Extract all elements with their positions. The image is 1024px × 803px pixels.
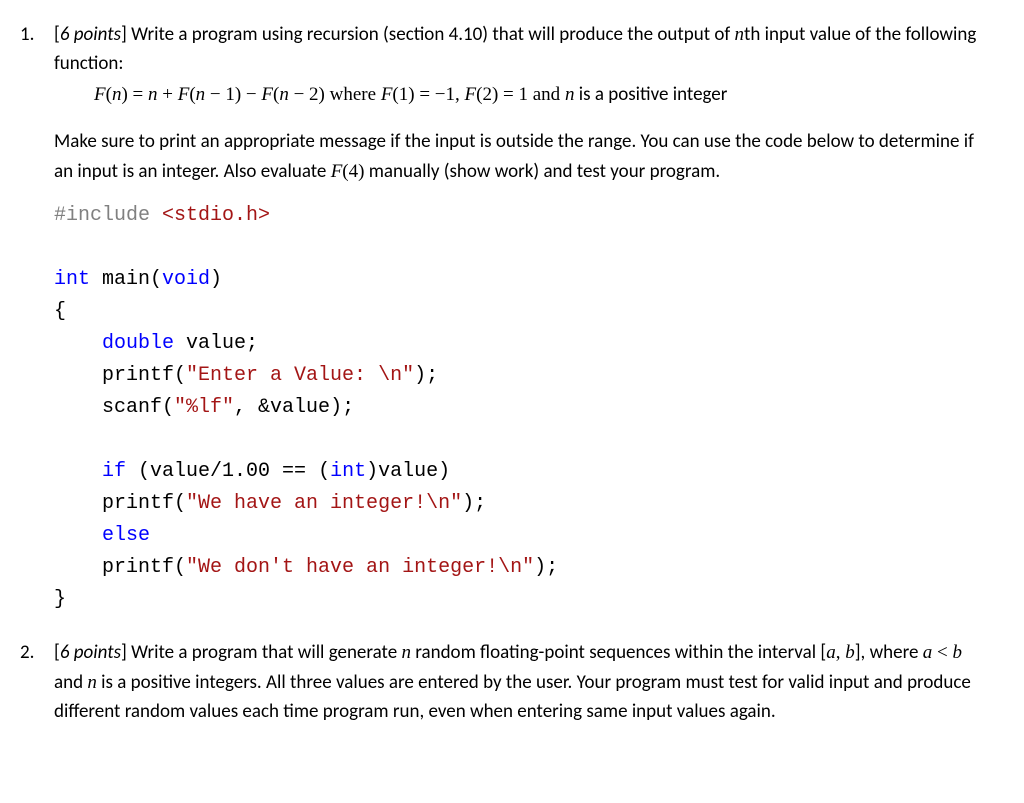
- code-line: double value;: [54, 328, 984, 360]
- f: F: [465, 84, 477, 105]
- spacer: [20, 624, 984, 638]
- kw-preproc: #include: [54, 204, 150, 227]
- n: n: [401, 642, 411, 663]
- q1-formula: F(n) = n + F(n − 1) − F(n − 2) where F(1…: [94, 81, 984, 110]
- question-content: [6 points] Write a program using recursi…: [54, 20, 984, 616]
- code-line: [54, 424, 984, 456]
- kw-if: if: [102, 460, 126, 483]
- p: +: [157, 84, 177, 105]
- text: ): [210, 268, 222, 291]
- text: random floating-point sequences within t…: [411, 641, 826, 664]
- text: scanf(: [102, 396, 174, 419]
- question-number: 1.: [20, 20, 54, 616]
- p: ) =: [121, 84, 148, 105]
- p: (2) = 1 and: [476, 84, 565, 105]
- text: Write a program that will generate: [127, 641, 402, 664]
- code-block: #include <stdio.h> int main(void) { doub…: [54, 200, 984, 616]
- b: b: [845, 642, 855, 663]
- text: and: [54, 671, 87, 694]
- brace: {: [54, 300, 66, 323]
- comma: ,: [836, 642, 846, 663]
- a: a: [923, 642, 933, 663]
- f: F: [261, 84, 273, 105]
- string-literal: "Enter a Value: \n": [186, 364, 414, 387]
- code-line: int main(void): [54, 264, 984, 296]
- text: )value): [366, 460, 450, 483]
- points-text: 6 points: [60, 641, 121, 664]
- text: printf(: [102, 556, 186, 579]
- code-line: scanf("%lf", &value);: [54, 392, 984, 424]
- question-content: [6 points] Write a program that will gen…: [54, 638, 984, 726]
- intro-a: Write a program using recursion (section…: [127, 23, 735, 46]
- n: n: [112, 84, 122, 105]
- intro-n: n: [735, 24, 745, 45]
- code-line: if (value/1.00 == (int)value): [54, 456, 984, 488]
- question-2: 2. [6 points] Write a program that will …: [20, 638, 984, 726]
- text: );: [414, 364, 438, 387]
- question-1: 1. [6 points] Write a program using recu…: [20, 20, 984, 616]
- kw-type: int: [330, 460, 366, 483]
- f: F: [178, 84, 190, 105]
- p: − 2) where: [289, 84, 381, 105]
- string-literal: "We don't have an integer!\n": [186, 556, 534, 579]
- kw-type: double: [102, 332, 174, 355]
- string-literal: "%lf": [174, 396, 234, 419]
- code-line: printf("We have an integer!\n");: [54, 488, 984, 520]
- text: main(: [90, 268, 162, 291]
- text: is a positive integers. All three values…: [54, 671, 971, 723]
- p: is a positive integer: [574, 83, 727, 106]
- p: − 1) −: [205, 84, 261, 105]
- p: (1) = −1,: [392, 84, 464, 105]
- text: );: [462, 492, 486, 515]
- text: printf(: [102, 492, 186, 515]
- text: ], where: [855, 641, 923, 664]
- text: value;: [174, 332, 258, 355]
- f: F: [94, 84, 106, 105]
- q1-intro: [6 points] Write a program using recursi…: [54, 20, 984, 79]
- string-literal: "We have an integer!\n": [186, 492, 462, 515]
- include-path: <stdio.h>: [150, 204, 270, 227]
- kw-type: void: [162, 268, 210, 291]
- code-line: printf("Enter a Value: \n");: [54, 360, 984, 392]
- n: n: [87, 672, 97, 693]
- n: n: [196, 84, 206, 105]
- points-text: 6 points: [60, 23, 121, 46]
- code-line: {: [54, 296, 984, 328]
- question-number: 2.: [20, 638, 54, 726]
- code-line: #include <stdio.h>: [54, 200, 984, 232]
- text: manually (show work) and test your progr…: [364, 160, 720, 183]
- n: n: [279, 84, 289, 105]
- f: F: [331, 161, 343, 182]
- f: F: [381, 84, 393, 105]
- kw-else: else: [102, 524, 150, 547]
- kw-type: int: [54, 268, 90, 291]
- p: (4): [342, 161, 364, 182]
- n: n: [565, 84, 575, 105]
- text: printf(: [102, 364, 186, 387]
- code-line: printf("We don't have an integer!\n");: [54, 552, 984, 584]
- code-line: else: [54, 520, 984, 552]
- text: );: [534, 556, 558, 579]
- lt: <: [932, 642, 952, 663]
- text: (value/1.00 == (: [126, 460, 330, 483]
- code-line: [54, 232, 984, 264]
- text: , &value);: [234, 396, 354, 419]
- code-line: }: [54, 584, 984, 616]
- a: a: [826, 642, 836, 663]
- q2-text: [6 points] Write a program that will gen…: [54, 638, 984, 726]
- q1-para2: Make sure to print an appropriate messag…: [54, 127, 984, 186]
- brace: }: [54, 588, 66, 611]
- b: b: [952, 642, 962, 663]
